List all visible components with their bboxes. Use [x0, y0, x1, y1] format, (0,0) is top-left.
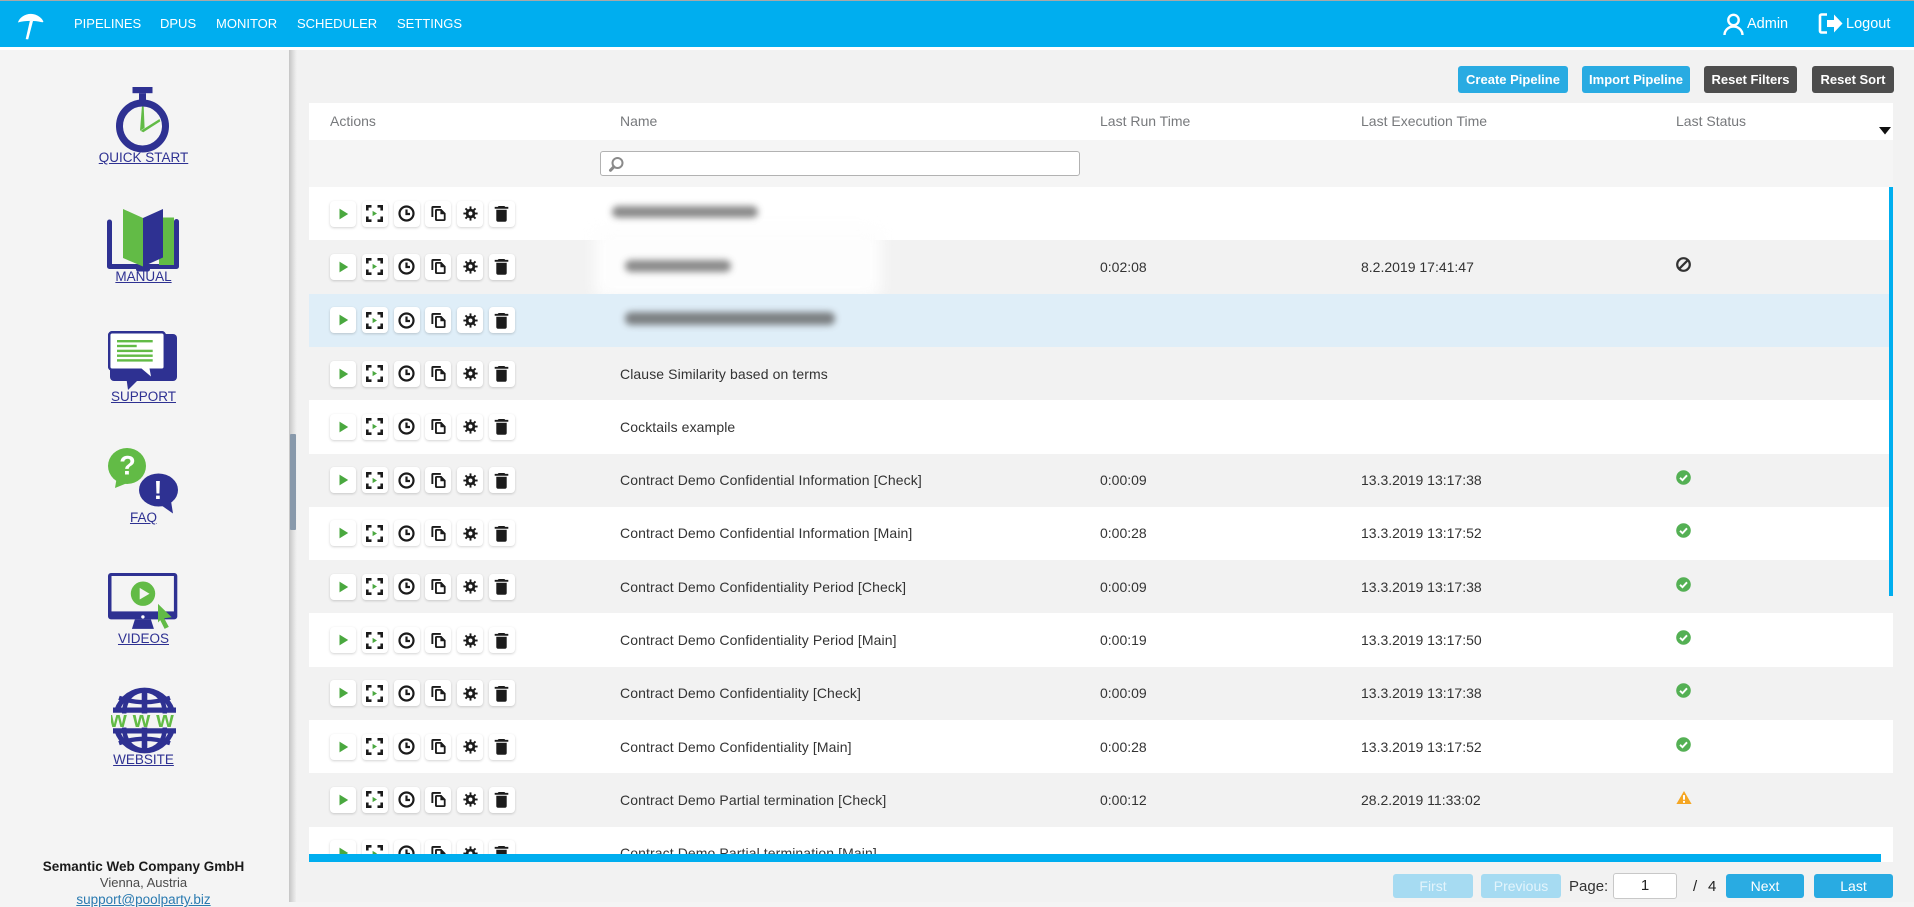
svg-text:www: www	[111, 707, 177, 732]
svg-text:?: ?	[119, 451, 136, 481]
svg-text:!: !	[154, 475, 163, 505]
